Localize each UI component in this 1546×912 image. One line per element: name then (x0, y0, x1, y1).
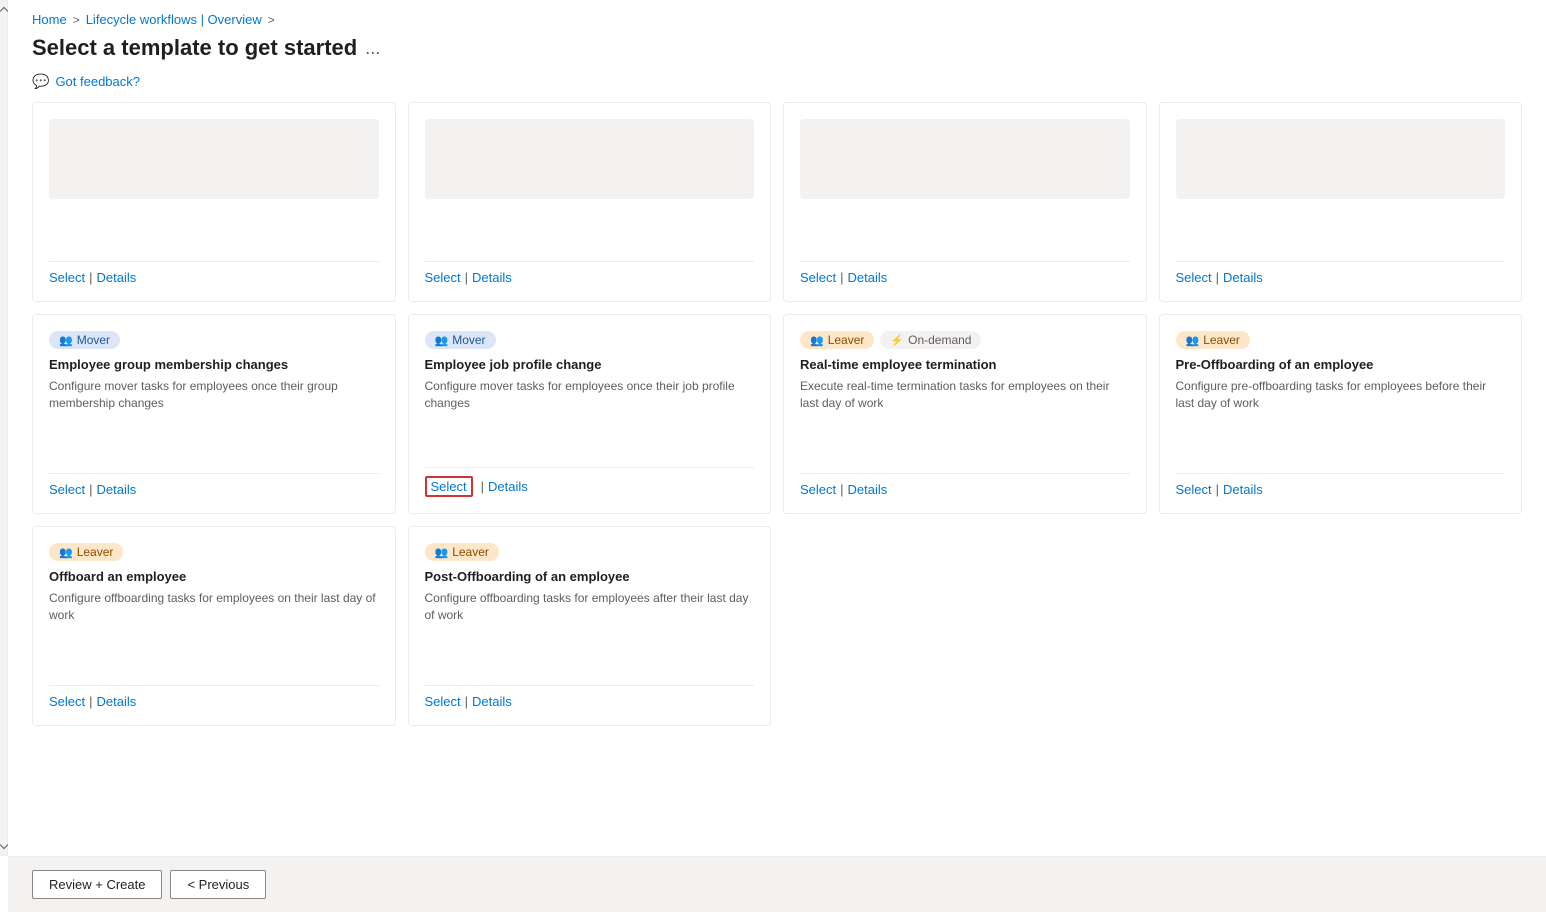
card-pre-offboarding: 👥 Leaver Pre-Offboarding of an employee … (1159, 314, 1523, 514)
scroll-down-arrow (0, 841, 8, 849)
card-image-1 (49, 119, 379, 199)
card-r1-4-footer: Select | Details (1176, 261, 1506, 285)
card-offboard: 👥 Leaver Offboard an employee Configure … (32, 526, 396, 726)
card-r1-2-footer: Select | Details (425, 261, 755, 285)
card-off-footer: Select | Details (49, 685, 379, 709)
card-image-2 (425, 119, 755, 199)
cards-row-2: 👥 Mover Employee group membership change… (32, 314, 1522, 514)
badge-mover-job: 👥 Mover (425, 331, 496, 349)
card-postoff-select[interactable]: Select (425, 694, 461, 709)
card-job-details[interactable]: Details (488, 479, 528, 494)
card-r1-3-select[interactable]: Select (800, 270, 836, 285)
badge-mover-group: 👥 Mover (49, 331, 120, 349)
card-postoff-desc: Configure offboarding tasks for employee… (425, 590, 755, 673)
cards-row-1: Select | Details Select | Details (32, 102, 1522, 302)
card-preoff-select[interactable]: Select (1176, 482, 1212, 497)
card-job-footer: Select | Details (425, 467, 755, 497)
leaver-icon-preoff: 👥 (1186, 334, 1200, 347)
card-r1-1-details[interactable]: Details (97, 270, 137, 285)
badge-leaver-term: 👥 Leaver (800, 331, 874, 349)
title-more-options[interactable]: ... (365, 38, 380, 59)
card-off-desc: Configure offboarding tasks for employee… (49, 590, 379, 673)
card-term-select[interactable]: Select (800, 482, 836, 497)
card-group-title: Employee group membership changes (49, 357, 379, 372)
card-preoff-desc: Configure pre-offboarding tasks for empl… (1176, 378, 1506, 461)
badge-leaver-postoff: 👥 Leaver (425, 543, 499, 561)
cards-row-3: 👥 Leaver Offboard an employee Configure … (32, 526, 1522, 726)
breadcrumb-sep1: > (73, 13, 80, 27)
badge-ondemand-term: ⚡ On-demand (880, 331, 981, 349)
card-off-details[interactable]: Details (97, 694, 137, 709)
leaver-icon-off: 👥 (59, 546, 73, 559)
feedback-icon: 💬 (32, 73, 49, 90)
card-r1-4-select[interactable]: Select (1176, 270, 1212, 285)
card-group-select[interactable]: Select (49, 482, 85, 497)
card-group-badges: 👥 Mover (49, 331, 379, 349)
card-r1-3: Select | Details (783, 102, 1147, 302)
bottom-bar: Review + Create < Previous (8, 856, 1546, 912)
card-r1-2: Select | Details (408, 102, 772, 302)
card-r1-1-footer: Select | Details (49, 261, 379, 285)
feedback-row: 💬 Got feedback? (8, 69, 1546, 102)
leaver-icon-postoff: 👥 (435, 546, 449, 559)
card-r1-4: Select | Details (1159, 102, 1523, 302)
card-image-3 (800, 119, 1130, 199)
card-termination: 👥 Leaver ⚡ On-demand Real-time employee … (783, 314, 1147, 514)
main-content: Select | Details Select | Details (8, 102, 1546, 856)
card-r1-2-details[interactable]: Details (472, 270, 512, 285)
card-off-title: Offboard an employee (49, 569, 379, 584)
ondemand-icon-term: ⚡ (890, 334, 904, 347)
left-sidebar-strip (0, 0, 8, 856)
card-group-desc: Configure mover tasks for employees once… (49, 378, 379, 461)
breadcrumb-home[interactable]: Home (32, 12, 67, 27)
card-term-badges: 👥 Leaver ⚡ On-demand (800, 331, 1130, 349)
card-image-4 (1176, 119, 1506, 199)
card-preoff-details[interactable]: Details (1223, 482, 1263, 497)
card-employee-group: 👥 Mover Employee group membership change… (32, 314, 396, 514)
card-off-badges: 👥 Leaver (49, 543, 379, 561)
mover-icon: 👥 (59, 334, 73, 347)
card-off-select[interactable]: Select (49, 694, 85, 709)
card-r1-3-details[interactable]: Details (848, 270, 888, 285)
card-term-details[interactable]: Details (848, 482, 888, 497)
breadcrumb: Home > Lifecycle workflows | Overview > (8, 0, 1546, 31)
card-postoff-badges: 👥 Leaver (425, 543, 755, 561)
card-r1-2-select[interactable]: Select (425, 270, 461, 285)
card-r1-1-select[interactable]: Select (49, 270, 85, 285)
badge-leaver-preoff: 👥 Leaver (1176, 331, 1250, 349)
page-title-row: Select a template to get started ... (8, 31, 1546, 69)
card-r1-4-details[interactable]: Details (1223, 270, 1263, 285)
card-group-details[interactable]: Details (97, 482, 137, 497)
card-preoff-title: Pre-Offboarding of an employee (1176, 357, 1506, 372)
card-r1-1: Select | Details (32, 102, 396, 302)
card-r1-3-footer: Select | Details (800, 261, 1130, 285)
page-title: Select a template to get started (32, 35, 357, 61)
review-create-button[interactable]: Review + Create (32, 870, 162, 899)
card-preoff-badges: 👥 Leaver (1176, 331, 1506, 349)
card-job-select[interactable]: Select (425, 476, 473, 497)
card-term-desc: Execute real-time termination tasks for … (800, 378, 1130, 461)
card-postoff-title: Post-Offboarding of an employee (425, 569, 755, 584)
card-postoff-details[interactable]: Details (472, 694, 512, 709)
card-job-title: Employee job profile change (425, 357, 755, 372)
breadcrumb-sep2: > (268, 13, 275, 27)
card-job-badges: 👥 Mover (425, 331, 755, 349)
leaver-icon-term: 👥 (810, 334, 824, 347)
feedback-link[interactable]: Got feedback? (55, 74, 140, 89)
card-term-footer: Select | Details (800, 473, 1130, 497)
card-postoff-footer: Select | Details (425, 685, 755, 709)
mover-icon-job: 👥 (435, 334, 449, 347)
breadcrumb-lifecycle[interactable]: Lifecycle workflows | Overview (86, 12, 262, 27)
card-group-footer: Select | Details (49, 473, 379, 497)
previous-button[interactable]: < Previous (170, 870, 266, 899)
card-preoff-footer: Select | Details (1176, 473, 1506, 497)
card-term-title: Real-time employee termination (800, 357, 1130, 372)
scroll-up-arrow (0, 7, 8, 15)
card-post-offboarding: 👥 Leaver Post-Offboarding of an employee… (408, 526, 772, 726)
card-job-profile: 👥 Mover Employee job profile change Conf… (408, 314, 772, 514)
card-job-desc: Configure mover tasks for employees once… (425, 378, 755, 455)
badge-leaver-off: 👥 Leaver (49, 543, 123, 561)
